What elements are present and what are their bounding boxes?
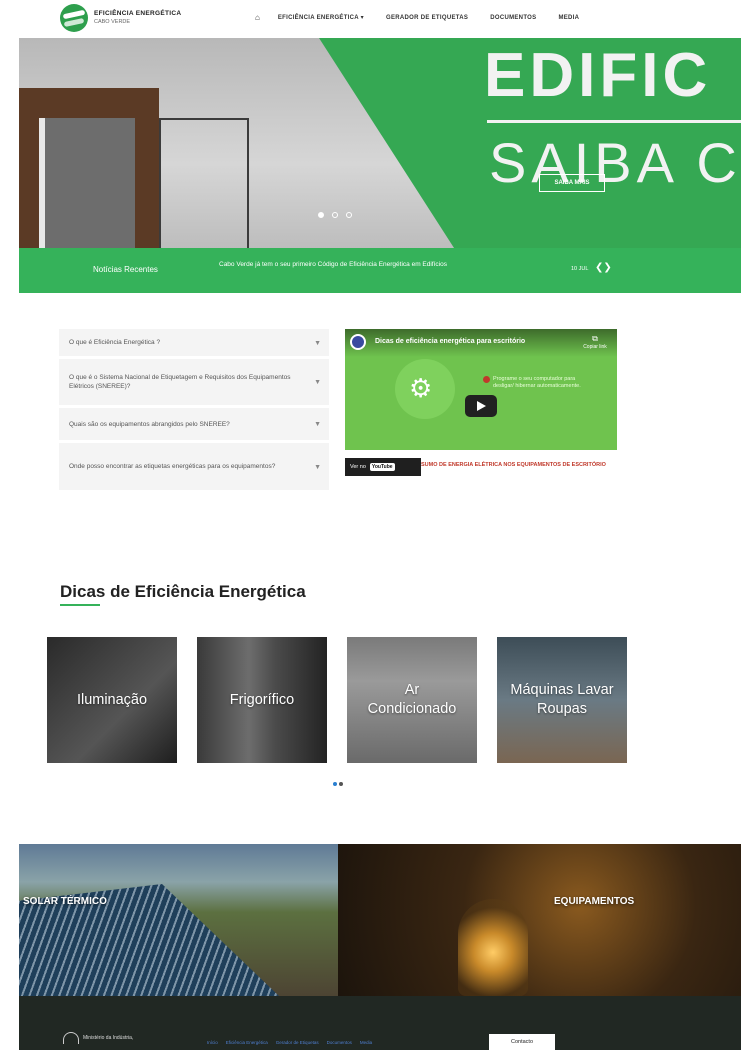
banner-label: EQUIPAMENTOS xyxy=(554,896,635,907)
site-footer: Ministério da Indústria, Início Eficiênc… xyxy=(19,996,741,1050)
site-logo[interactable]: EFICIÊNCIA ENERGÉTICA CABO VERDE xyxy=(60,4,181,32)
tip-card-maquinas-lavar-roupas[interactable]: Máquinas Lavar Roupas xyxy=(497,637,627,763)
news-date: 10 JUL xyxy=(571,266,589,272)
home-icon[interactable]: ⌂ xyxy=(255,13,260,22)
slider-dot[interactable] xyxy=(318,212,324,218)
caret-down-icon: ▼ xyxy=(314,421,321,428)
banner-label: SOLAR TÉRMICO xyxy=(23,896,107,907)
slider-dot[interactable] xyxy=(346,212,352,218)
menu-item-eficiencia-energetica[interactable]: EFICIÊNCIA ENERGÉTICA ▾ xyxy=(278,14,364,21)
carousel-dot[interactable] xyxy=(339,782,343,786)
main-menu: ⌂ EFICIÊNCIA ENERGÉTICA ▾ GERADOR DE ETI… xyxy=(255,13,601,22)
video-caption: SUMO DE ENERGIA ELÉTRICA NOS EQUIPAMENTO… xyxy=(421,462,606,468)
caret-down-icon: ▼ xyxy=(314,339,321,347)
recent-news-bar: Notícias Recentes Cabo Verde já tem o se… xyxy=(19,248,741,293)
news-headline-link[interactable]: Cabo Verde já tem o seu primeiro Código … xyxy=(219,261,499,269)
solar-termico-banner[interactable]: SOLAR TÉRMICO xyxy=(19,844,338,996)
faq-question: O que é Eficiência Energética ? xyxy=(69,339,161,346)
ministry-emblem-icon xyxy=(63,1032,79,1044)
carousel-dot[interactable] xyxy=(333,782,337,786)
caret-down-icon: ▼ xyxy=(314,463,321,471)
top-navigation: EFICIÊNCIA ENERGÉTICA CABO VERDE ⌂ EFICI… xyxy=(0,0,741,38)
footer-logo[interactable]: Ministério da Indústria, xyxy=(63,1032,133,1044)
tip-card-iluminacao[interactable]: Iluminação xyxy=(47,637,177,763)
contact-button[interactable]: Contacto xyxy=(489,1034,555,1050)
hero-slider[interactable]: EDIFIC SAIBA C SAIBA MAIS xyxy=(19,38,741,248)
gear-icon: ⚙ xyxy=(409,373,433,403)
tip-card-frigorifico[interactable]: Frigorífico xyxy=(197,637,327,763)
faq-question: Quais são os equipamentos abrangidos pel… xyxy=(69,420,230,428)
faq-item[interactable]: Quais são os equipamentos abrangidos pel… xyxy=(59,408,329,443)
video-footer: Ver no YouTube SUMO DE ENERGIA ELÉTRICA … xyxy=(345,450,617,480)
hero-frame-image xyxy=(159,118,249,248)
caret-down-icon: ▼ xyxy=(314,379,321,386)
bullet-icon xyxy=(483,376,490,383)
equipamentos-banner[interactable]: EQUIPAMENTOS xyxy=(338,844,741,996)
tip-card-ar-condicionado[interactable]: Ar Condicionado xyxy=(347,637,477,763)
tip-card-label: Ar Condicionado xyxy=(367,682,457,717)
tips-section-title: Dicas de Eficiência Energética xyxy=(60,582,306,601)
slider-dot[interactable] xyxy=(332,212,338,218)
saiba-mais-button[interactable]: SAIBA MAIS xyxy=(539,174,605,192)
video-title[interactable]: Dicas de eficiência energética para escr… xyxy=(375,338,525,345)
hero-building-image xyxy=(19,88,159,248)
copy-link-button[interactable]: ⧉ Copiar link xyxy=(579,334,611,350)
menu-item-documentos[interactable]: DOCUMENTOS xyxy=(490,15,536,21)
slider-dots xyxy=(318,212,360,218)
hero-headline: EDIFIC xyxy=(484,41,712,110)
watch-on-youtube-button[interactable]: Ver no YouTube xyxy=(345,458,421,476)
footer-link-eficiencia[interactable]: Eficiência Energética xyxy=(226,1040,268,1045)
footer-link-documentos[interactable]: Documentos xyxy=(327,1040,352,1045)
copy-icon: ⧉ xyxy=(592,334,598,343)
faq-question: Onde posso encontrar as etiquetas energé… xyxy=(69,463,276,470)
hero-subheadline: SAIBA C xyxy=(489,131,741,194)
channel-avatar[interactable] xyxy=(350,334,366,350)
tip-card-label: Máquinas Lavar Roupas xyxy=(510,682,614,717)
faq-question: O que é o Sistema Nacional de Etiquetage… xyxy=(69,374,291,390)
youtube-video-embed[interactable]: Dicas de eficiência energética para escr… xyxy=(345,329,617,450)
news-label: Notícias Recentes xyxy=(93,265,158,274)
faq-accordion: O que é Eficiência Energética ? ▼ O que … xyxy=(59,329,329,493)
logo-mark-icon xyxy=(60,4,88,32)
footer-links: Início Eficiência Energética Gerador de … xyxy=(207,1040,380,1045)
tip-card-label: Frigorífico xyxy=(229,691,295,708)
youtube-logo: YouTube xyxy=(369,463,395,471)
tip-card-label: Iluminação xyxy=(76,691,148,708)
video-tip-text: Programe o seu computador para desligar/… xyxy=(493,376,581,389)
footer-link-media[interactable]: Media xyxy=(360,1040,372,1045)
light-bulb-image xyxy=(458,899,528,996)
footer-link-gerador[interactable]: Gerador de Etiquetas xyxy=(276,1040,319,1045)
carousel-dots xyxy=(333,782,345,786)
menu-item-media[interactable]: MEDIA xyxy=(558,15,579,21)
news-prev-next-arrows[interactable]: ❮❯ xyxy=(595,262,612,273)
title-underline xyxy=(60,604,100,606)
faq-item[interactable]: O que é o Sistema Nacional de Etiquetage… xyxy=(59,359,329,408)
faq-item[interactable]: Onde posso encontrar as etiquetas energé… xyxy=(59,443,329,493)
faq-item[interactable]: O que é Eficiência Energética ? ▼ xyxy=(59,329,329,359)
menu-item-gerador-etiquetas[interactable]: GERADOR DE ETIQUETAS xyxy=(386,15,468,21)
logo-subtitle: CABO VERDE xyxy=(94,19,131,25)
play-button[interactable] xyxy=(465,395,497,417)
gears-illustration: ⚙ xyxy=(395,359,455,419)
footer-link-inicio[interactable]: Início xyxy=(207,1040,218,1045)
logo-title: EFICIÊNCIA ENERGÉTICA xyxy=(94,10,182,17)
hero-divider xyxy=(487,120,741,123)
